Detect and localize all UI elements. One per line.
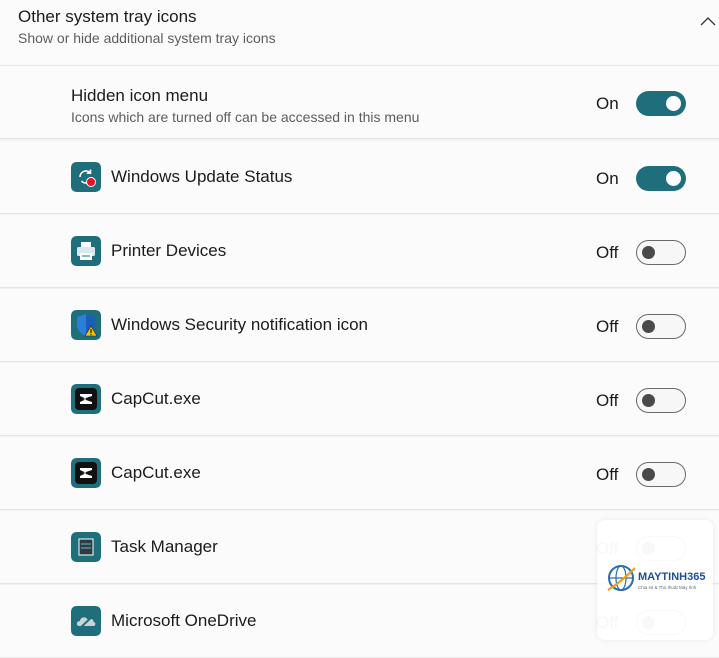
windows-update-icon xyxy=(71,162,101,192)
task-manager-icon xyxy=(71,532,101,562)
section-header[interactable]: Other system tray icons Show or hide add… xyxy=(0,0,719,66)
tray-icon-state: Off xyxy=(596,465,619,484)
tray-icon-label: CapCut.exe xyxy=(111,389,201,408)
printer-icon xyxy=(71,236,101,266)
chevron-up-icon[interactable] xyxy=(698,12,718,32)
svg-text:Chia sẻ & Thủ thuật Máy tính: Chia sẻ & Thủ thuật Máy tính xyxy=(638,584,697,590)
svg-text:MAYTINH365: MAYTINH365 xyxy=(638,571,705,583)
toggle-knob xyxy=(642,467,655,481)
hidden-icon-menu-row: Hidden icon menu Icons which are turned … xyxy=(0,66,719,139)
tray-icon-row-windows-update: Windows Update Status On xyxy=(0,141,719,214)
tray-icon-label: Windows Update Status xyxy=(111,167,293,186)
toggle-knob xyxy=(666,96,681,111)
toggle-knob xyxy=(666,171,681,186)
tray-icon-state: Off xyxy=(596,391,619,410)
onedrive-icon xyxy=(71,606,101,636)
tray-icon-row-capcut: CapCut.exe Off xyxy=(0,363,719,436)
hidden-icon-menu-toggle[interactable] xyxy=(636,91,686,116)
windows-update-toggle[interactable] xyxy=(636,166,686,191)
tray-icon-row-printer: Printer Devices Off xyxy=(0,215,719,288)
tray-icon-row-capcut: CapCut.exe Off xyxy=(0,437,719,510)
tray-icon-label: Task Manager xyxy=(111,537,218,556)
capcut-toggle[interactable] xyxy=(636,388,686,413)
maytinh365-logo: MAYTINH365 Chia sẻ & Thủ thuật Máy tính xyxy=(607,565,705,591)
toggle-knob xyxy=(642,393,655,407)
tray-icon-label: Windows Security notification icon xyxy=(111,315,369,334)
tray-icon-state: Off xyxy=(596,243,619,262)
tray-icon-row-windows-security: Windows Security notification icon Off xyxy=(0,289,719,362)
capcut-icon xyxy=(71,458,101,488)
toggle-knob xyxy=(642,319,655,333)
windows-security-toggle[interactable] xyxy=(636,314,686,339)
capcut-toggle[interactable] xyxy=(636,462,686,487)
hidden-icon-menu-title: Hidden icon menu xyxy=(71,86,209,105)
hidden-icon-menu-state: On xyxy=(596,94,619,113)
tray-icon-label: Microsoft OneDrive xyxy=(111,611,257,630)
shield-warning-icon xyxy=(71,310,101,340)
tray-icon-label: Printer Devices xyxy=(111,241,227,260)
printer-toggle[interactable] xyxy=(636,240,686,265)
capcut-icon xyxy=(71,384,101,414)
tray-icon-state: On xyxy=(596,169,619,188)
watermark-logo: MAYTINH365 Chia sẻ & Thủ thuật Máy tính xyxy=(597,520,713,640)
section-subtitle: Show or hide additional system tray icon… xyxy=(18,30,276,46)
toggle-knob xyxy=(642,245,655,259)
hidden-icon-menu-description: Icons which are turned off can be access… xyxy=(71,109,420,125)
tray-icon-state: Off xyxy=(596,317,619,336)
section-title: Other system tray icons xyxy=(18,7,197,26)
tray-icon-label: CapCut.exe xyxy=(111,463,201,482)
